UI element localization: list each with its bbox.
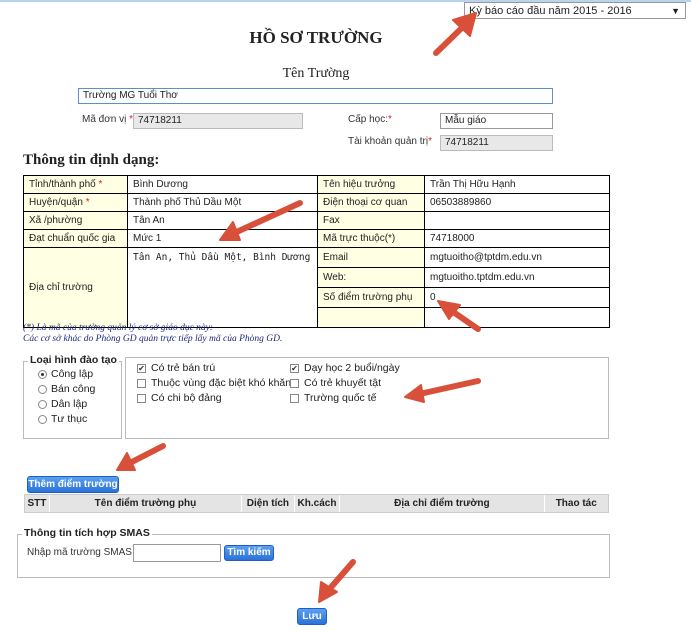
arrow-icon bbox=[437, 300, 481, 332]
arrow-icon bbox=[404, 378, 481, 403]
arrow-icon bbox=[433, 12, 477, 56]
arrow-icon bbox=[318, 559, 356, 603]
arrow-icon bbox=[219, 200, 303, 241]
annotation-arrows bbox=[116, 12, 481, 603]
arrow-icon bbox=[116, 443, 166, 471]
